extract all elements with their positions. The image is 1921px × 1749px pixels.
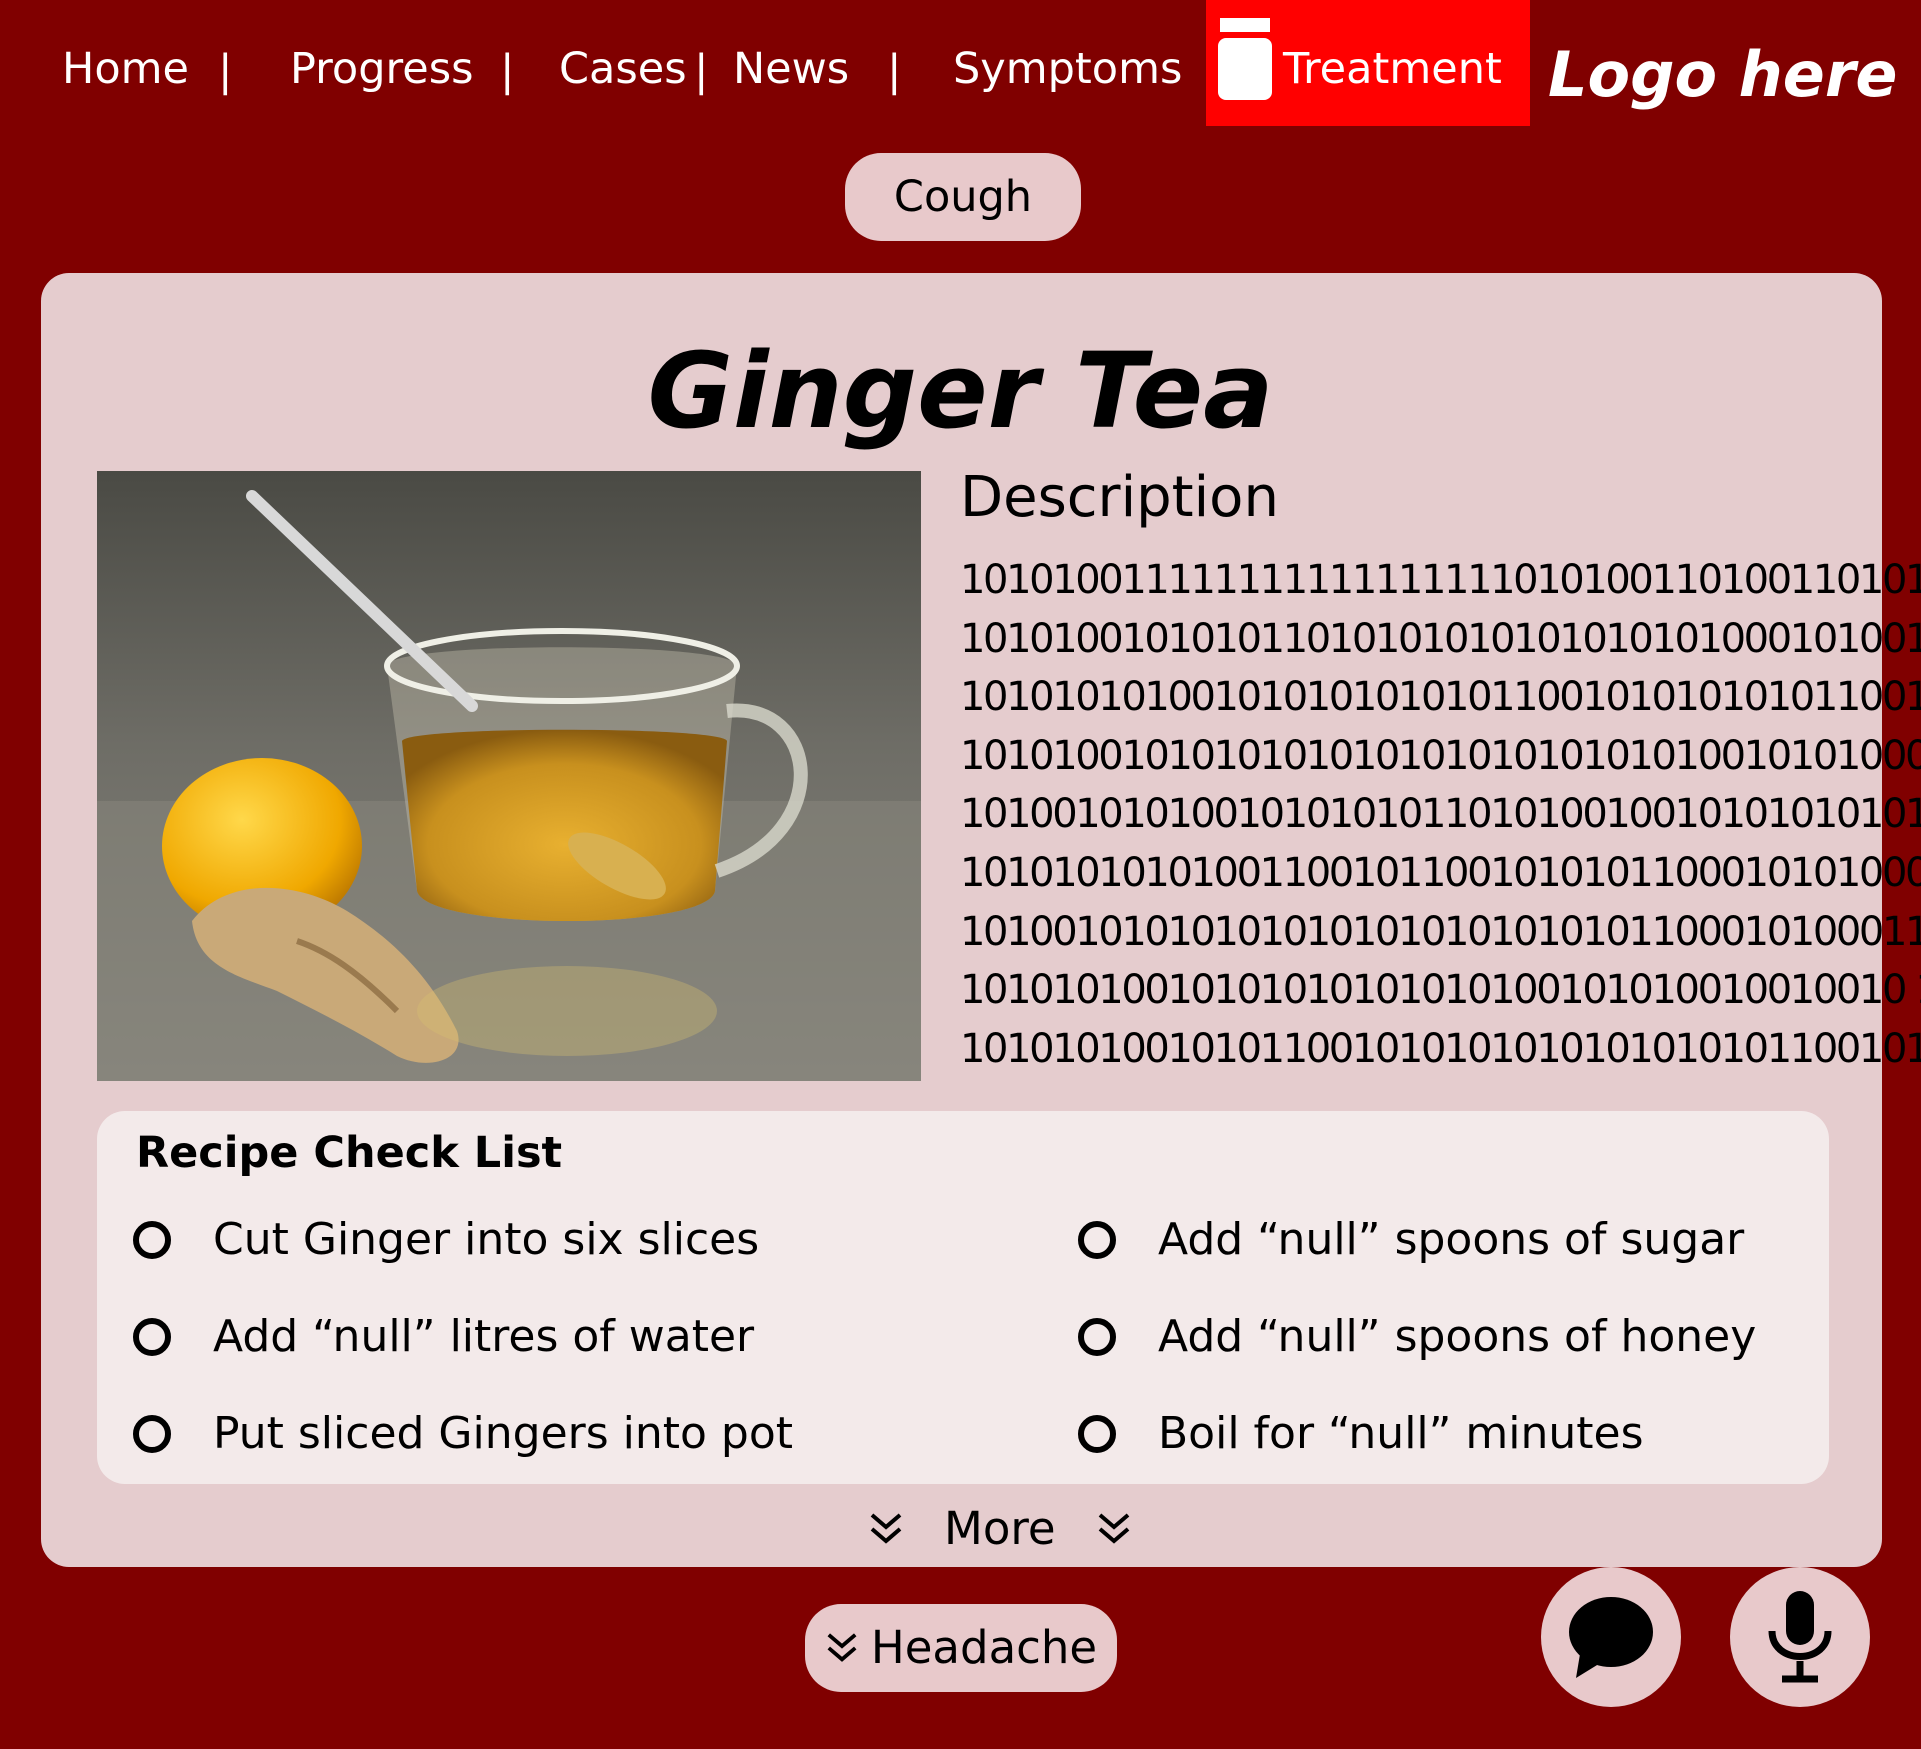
checklist-item[interactable]: Add “null” litres of water — [133, 1311, 754, 1362]
chat-bubble-icon — [1569, 1597, 1653, 1678]
checklist-item[interactable]: Add “null” spoons of honey — [1078, 1311, 1756, 1362]
nav-separator: | — [218, 46, 233, 96]
nav-separator: | — [887, 46, 902, 96]
description-line: 1010100101010110101010101010101010001010… — [960, 615, 1921, 662]
description-line: 1010010101010101010101010101011000101000… — [960, 908, 1921, 955]
description-line: 1010101010010101010101011001010101010110… — [960, 674, 1921, 721]
double-chevron-down-icon — [870, 1512, 902, 1544]
description-line: 1010101010100110010110010101011000101010… — [960, 849, 1921, 896]
checklist-item[interactable]: Cut Ginger into six slices — [133, 1214, 759, 1265]
checklist-item-label: Cut Ginger into six slices — [213, 1214, 760, 1265]
symptom-tab-next[interactable]: Headache — [805, 1604, 1117, 1692]
description-line: 1010101001010110010101010101010101011001… — [960, 1025, 1921, 1072]
treatment-title: Ginger Tea — [647, 330, 1274, 452]
microphone-button[interactable] — [1730, 1567, 1870, 1707]
checklist-item[interactable]: Boil for “null” minutes — [1078, 1408, 1644, 1459]
checkbox-circle[interactable] — [1078, 1317, 1116, 1356]
checklist-item[interactable]: Add “null” spoons of sugar — [1078, 1214, 1744, 1265]
checklist-item-label: Boil for “null” minutes — [1158, 1408, 1644, 1459]
description-line: 1010100101010101010101010101010100101010… — [960, 732, 1921, 779]
checkbox-circle[interactable] — [1078, 1220, 1116, 1259]
chat-button[interactable] — [1541, 1567, 1681, 1707]
description-line: 1010010101001010101011010100100101010101… — [960, 791, 1921, 838]
nav-home[interactable]: Home — [62, 48, 189, 91]
more-label: More — [944, 1502, 1056, 1555]
ginger-tea-photo — [97, 471, 921, 1081]
nav-separator: | — [500, 46, 515, 96]
nav-symptoms[interactable]: Symptoms — [953, 48, 1182, 91]
symptom-tab-next-label: Headache — [870, 1621, 1098, 1674]
checklist-item-label: Put sliced Gingers into pot — [213, 1408, 794, 1459]
nav-news[interactable]: News — [733, 48, 849, 91]
description-heading: Description — [960, 465, 1279, 530]
description-text: 1010100111111111111111110101001101001101… — [960, 551, 1921, 1078]
double-chevron-down-icon — [827, 1633, 857, 1662]
checklist-item-label: Add “null” spoons of honey — [1158, 1311, 1757, 1362]
double-chevron-down-icon — [1098, 1512, 1129, 1544]
nav-cases[interactable]: Cases — [559, 48, 687, 91]
nav-separator: | — [694, 46, 709, 96]
checkbox-circle[interactable] — [1078, 1414, 1116, 1453]
logo: Logo here — [1548, 38, 1898, 111]
nav-progress[interactable]: Progress — [290, 48, 474, 91]
checklist-title: Recipe Check List — [136, 1128, 563, 1178]
checkbox-circle[interactable] — [133, 1220, 171, 1259]
nav-treatment[interactable]: Treatment — [1283, 48, 1502, 91]
checklist-item-label: Add “null” litres of water — [213, 1311, 755, 1362]
checklist-item[interactable]: Put sliced Gingers into pot — [133, 1408, 793, 1459]
description-line: 1010101001010101010101010010101001001001… — [960, 967, 1921, 1014]
checkbox-circle[interactable] — [133, 1317, 171, 1356]
description-line: 1010100111111111111111110101001101001101… — [960, 557, 1921, 603]
microphone-icon — [1768, 1591, 1832, 1683]
checkbox-circle[interactable] — [133, 1414, 171, 1453]
more-button[interactable]: More — [868, 1502, 1132, 1555]
medicine-jar-icon — [1218, 18, 1272, 100]
checklist-item-label: Add “null” spoons of sugar — [1158, 1214, 1745, 1265]
symptom-tab-current[interactable]: Cough — [845, 153, 1081, 241]
